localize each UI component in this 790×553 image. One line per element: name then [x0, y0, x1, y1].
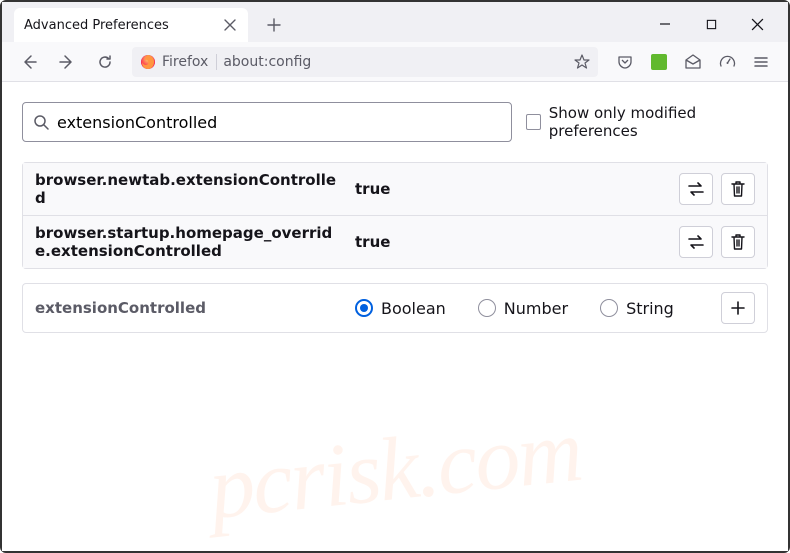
radio-label: String [626, 299, 674, 318]
pref-type-radio-string[interactable]: String [600, 299, 674, 318]
pref-row: browser.startup.homepage_override.extens… [23, 216, 767, 268]
swap-icon [687, 182, 705, 196]
dashboard-button[interactable] [710, 47, 744, 77]
trash-icon [731, 181, 745, 197]
window-close-button[interactable] [734, 9, 780, 39]
nav-forward-button[interactable] [50, 47, 84, 77]
bookmark-star-button[interactable] [574, 54, 590, 70]
search-icon [33, 114, 49, 130]
watermark: pcrisk.com [204, 399, 585, 540]
radio-icon [355, 299, 373, 317]
hamburger-icon [753, 54, 769, 70]
url-text: about:config [223, 54, 568, 70]
mail-open-icon [684, 54, 702, 70]
tab-close-button[interactable] [222, 17, 238, 33]
pref-type-radio-boolean[interactable]: Boolean [355, 299, 446, 318]
titlebar: Advanced Preferences [2, 2, 788, 42]
window-maximize-button[interactable] [688, 9, 734, 39]
pref-type-radio-number[interactable]: Number [478, 299, 568, 318]
pref-search-box[interactable] [22, 102, 512, 142]
pref-search-input[interactable] [57, 113, 501, 132]
show-modified-label: Show only modified preferences [549, 104, 768, 140]
window-controls [642, 9, 780, 39]
extension-badge-icon [651, 54, 667, 70]
checkbox-icon [526, 114, 541, 130]
radio-label: Number [504, 299, 568, 318]
nav-back-button[interactable] [12, 47, 46, 77]
pref-type-radio-group: Boolean Number String [355, 299, 721, 318]
pref-name: browser.startup.homepage_override.extens… [35, 224, 355, 260]
url-identity-label: Firefox [162, 54, 208, 70]
star-icon [574, 54, 590, 70]
radio-label: Boolean [381, 299, 446, 318]
pref-add-row: extensionControlled Boolean Number Strin… [22, 283, 768, 333]
app-menu-button[interactable] [744, 47, 778, 77]
window-minimize-button[interactable] [642, 9, 688, 39]
extension-button[interactable] [642, 47, 676, 77]
browser-tab[interactable]: Advanced Preferences [14, 8, 248, 42]
new-tab-button[interactable] [260, 11, 288, 39]
pref-delete-button[interactable] [721, 173, 755, 205]
url-bar[interactable]: Firefox about:config [132, 47, 598, 77]
radio-icon [478, 299, 496, 317]
firefox-logo-icon [140, 54, 156, 70]
pref-value: true [355, 233, 679, 251]
arrow-left-icon [21, 54, 37, 70]
pocket-icon [617, 54, 633, 70]
pref-add-button[interactable] [721, 292, 755, 324]
show-modified-checkbox[interactable]: Show only modified preferences [526, 104, 768, 140]
pref-delete-button[interactable] [721, 226, 755, 258]
pref-list: browser.newtab.extensionControlled true … [22, 162, 768, 269]
swap-icon [687, 235, 705, 249]
pref-toggle-button[interactable] [679, 173, 713, 205]
url-identity: Firefox [140, 54, 217, 70]
close-icon [751, 18, 764, 31]
mail-button[interactable] [676, 47, 710, 77]
gauge-icon [719, 53, 736, 70]
pref-toggle-button[interactable] [679, 226, 713, 258]
nav-reload-button[interactable] [88, 47, 122, 77]
minimize-icon [659, 18, 671, 30]
pref-add-name: extensionControlled [35, 299, 355, 317]
radio-icon [600, 299, 618, 317]
plus-icon [267, 18, 281, 32]
maximize-icon [706, 19, 717, 30]
arrow-right-icon [59, 54, 75, 70]
plus-icon [731, 301, 745, 315]
pref-name: browser.newtab.extensionControlled [35, 171, 355, 207]
pref-value: true [355, 180, 679, 198]
pref-row: browser.newtab.extensionControlled true [23, 163, 767, 216]
reload-icon [97, 54, 113, 70]
close-icon [224, 19, 236, 31]
tab-title: Advanced Preferences [24, 18, 222, 33]
content-area: Show only modified preferences browser.n… [2, 82, 788, 551]
pocket-button[interactable] [608, 47, 642, 77]
navbar: Firefox about:config [2, 42, 788, 82]
trash-icon [731, 234, 745, 250]
